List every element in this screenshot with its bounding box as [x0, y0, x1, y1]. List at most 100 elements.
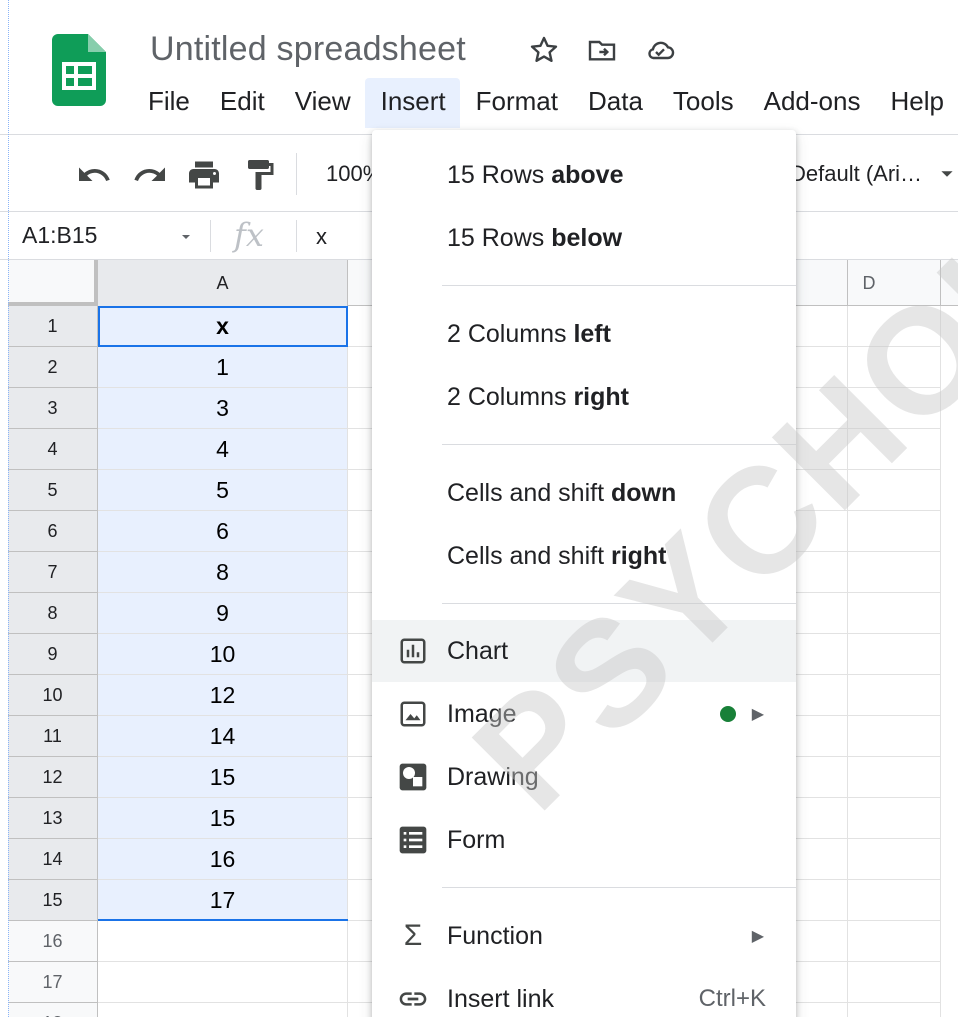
row-header[interactable]: 12	[8, 757, 98, 798]
insert-chart[interactable]: Chart	[372, 620, 796, 682]
cell-d-4[interactable]	[798, 429, 941, 470]
cell-d-17[interactable]	[798, 962, 941, 1003]
new-feature-dot	[720, 706, 736, 722]
font-select[interactable]: Default (Ari…	[790, 161, 922, 187]
cell-a-15[interactable]: 17	[98, 880, 348, 921]
insert-drawing[interactable]: Drawing	[372, 746, 796, 808]
cell-a-17[interactable]	[98, 962, 348, 1003]
row-header[interactable]: 7	[8, 552, 98, 593]
menu-addons[interactable]: Add-ons	[748, 78, 875, 128]
cell-a-4[interactable]: 4	[98, 429, 348, 470]
insert-rows-below[interactable]: 15 Rows below	[372, 207, 796, 269]
name-box-dropdown-icon[interactable]	[180, 232, 192, 242]
cell-a-12[interactable]: 15	[98, 757, 348, 798]
cell-a-16[interactable]	[98, 921, 348, 962]
menu-insert[interactable]: Insert	[364, 78, 460, 128]
row-header[interactable]: 9	[8, 634, 98, 675]
cell-d-5[interactable]	[798, 470, 941, 511]
cell-a-9[interactable]: 10	[98, 634, 348, 675]
cell-a-13[interactable]: 15	[98, 798, 348, 839]
paint-format-icon[interactable]	[242, 157, 278, 193]
insert-columns-left[interactable]: 2 Columns left	[372, 303, 796, 365]
row-header[interactable]: 4	[8, 429, 98, 470]
cell-d-8[interactable]	[798, 593, 941, 634]
cell-d-3[interactable]	[798, 388, 941, 429]
cell-d-1[interactable]	[798, 306, 941, 347]
menu-file[interactable]: File	[132, 78, 204, 128]
formula-input[interactable]: x	[316, 224, 327, 250]
redo-icon[interactable]	[132, 157, 168, 193]
shortcut-label: Ctrl+K	[698, 985, 766, 1012]
insert-form[interactable]: Form	[372, 809, 796, 871]
cell-d-12[interactable]	[798, 757, 941, 798]
insert-function[interactable]: Σ Function ▶	[372, 905, 796, 967]
insert-image[interactable]: Image ▶	[372, 683, 796, 745]
form-icon	[399, 826, 427, 854]
cell-d-13[interactable]	[798, 798, 941, 839]
menu-format[interactable]: Format	[460, 78, 572, 128]
row-header[interactable]: 13	[8, 798, 98, 839]
insert-cells-shift-down[interactable]: Cells and shift down	[372, 462, 796, 524]
insert-link[interactable]: Insert link Ctrl+K	[372, 968, 796, 1017]
row-header[interactable]: 11	[8, 716, 98, 757]
cell-a-1[interactable]: x	[98, 306, 348, 347]
print-icon[interactable]	[186, 157, 222, 193]
menu-item-label: 15 Rows	[447, 223, 552, 252]
menu-edit[interactable]: Edit	[204, 78, 279, 128]
menu-data[interactable]: Data	[572, 78, 657, 128]
cell-d-10[interactable]	[798, 675, 941, 716]
insert-columns-right[interactable]: 2 Columns right	[372, 366, 796, 428]
cell-d-14[interactable]	[798, 839, 941, 880]
row-header[interactable]: 5	[8, 470, 98, 511]
menu-view[interactable]: View	[279, 78, 365, 128]
image-icon	[400, 701, 426, 727]
cell-d-9[interactable]	[798, 634, 941, 675]
move-to-folder-icon[interactable]	[586, 34, 618, 66]
cell-a-10[interactable]: 12	[98, 675, 348, 716]
row-header[interactable]: 10	[8, 675, 98, 716]
font-dropdown-icon[interactable]	[940, 167, 954, 181]
cell-a-5[interactable]: 5	[98, 470, 348, 511]
row-header[interactable]: 17	[8, 962, 98, 1003]
cell-d-11[interactable]	[798, 716, 941, 757]
row-header[interactable]: 3	[8, 388, 98, 429]
cloud-saved-icon[interactable]	[644, 34, 676, 66]
cell-a-11[interactable]: 14	[98, 716, 348, 757]
row-header[interactable]: 16	[8, 921, 98, 962]
cell-d-16[interactable]	[798, 921, 941, 962]
row-header[interactable]: 8	[8, 593, 98, 634]
cell-d-6[interactable]	[798, 511, 941, 552]
row-header[interactable]: 2	[8, 347, 98, 388]
cell-d-7[interactable]	[798, 552, 941, 593]
row-header[interactable]: 6	[8, 511, 98, 552]
select-all-corner[interactable]	[8, 260, 98, 306]
undo-icon[interactable]	[76, 157, 112, 193]
menu-tools[interactable]: Tools	[657, 78, 748, 128]
cell-a-3[interactable]: 3	[98, 388, 348, 429]
document-title[interactable]: Untitled spreadsheet	[150, 30, 466, 69]
menu-separator	[442, 285, 796, 286]
chart-icon	[400, 638, 426, 664]
cell-a-7[interactable]: 8	[98, 552, 348, 593]
cell-a-14[interactable]: 16	[98, 839, 348, 880]
sheets-logo-icon[interactable]	[52, 34, 106, 106]
insert-rows-above[interactable]: 15 Rows above	[372, 144, 796, 206]
row-header[interactable]: 15	[8, 880, 98, 921]
cell-a-2[interactable]: 1	[98, 347, 348, 388]
cell-a-8[interactable]: 9	[98, 593, 348, 634]
row-header[interactable]: 14	[8, 839, 98, 880]
name-box[interactable]: A1:B15	[22, 222, 97, 249]
cell-d-18[interactable]	[798, 1003, 941, 1017]
cell-a-6[interactable]: 6	[98, 511, 348, 552]
star-icon[interactable]	[528, 34, 560, 66]
column-header-a[interactable]: A	[98, 260, 348, 306]
submenu-arrow-icon: ▶	[751, 706, 764, 723]
cell-d-15[interactable]	[798, 880, 941, 921]
row-header[interactable]: 1	[8, 306, 98, 347]
column-header-d[interactable]: D	[798, 260, 941, 306]
menu-help[interactable]: Help	[874, 78, 957, 128]
row-header[interactable]: 18	[8, 1003, 98, 1017]
insert-cells-shift-right[interactable]: Cells and shift right	[372, 525, 796, 587]
cell-a-18[interactable]	[98, 1003, 348, 1017]
cell-d-2[interactable]	[798, 347, 941, 388]
